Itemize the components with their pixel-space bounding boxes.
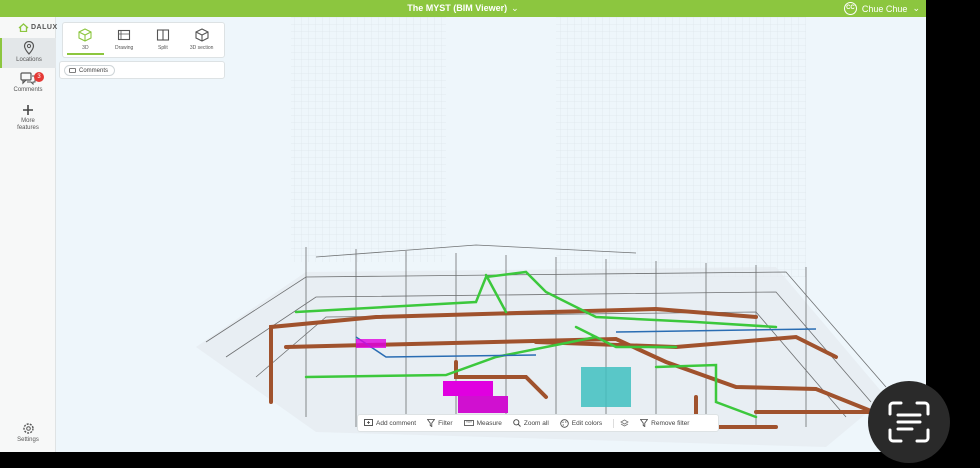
ruler-icon xyxy=(463,420,474,426)
remove-filter-button[interactable]: Remove filter xyxy=(640,419,689,427)
equipment-magenta-lower xyxy=(458,396,508,413)
chat-icon xyxy=(69,67,76,73)
sidebar-item-locations[interactable]: Locations xyxy=(0,38,56,68)
comments-count-badge: 3 xyxy=(34,72,44,82)
gear-icon xyxy=(22,423,34,434)
chevron-down-icon: ⌄ xyxy=(912,3,920,13)
equipment-magenta xyxy=(443,381,493,396)
top-bar: The MYST (BIM Viewer) ⌄ CC Chue Chue ⌄ xyxy=(0,0,926,17)
sidebar-item-more-features[interactable]: More features xyxy=(0,104,56,134)
logo-text: DALUX xyxy=(31,24,58,31)
drawing-icon xyxy=(118,29,131,41)
scan-text-button[interactable] xyxy=(868,381,950,463)
comments-chip-label: Comments xyxy=(79,67,109,74)
filter-icon xyxy=(427,419,436,427)
bim-viewer-app: The MYST (BIM Viewer) ⌄ CC Chue Chue ⌄ DA… xyxy=(0,0,926,452)
comments-panel: Comments xyxy=(59,61,225,79)
chevron-down-icon: ⌄ xyxy=(511,3,519,13)
filter-label: Filter xyxy=(438,419,453,427)
model-canvas[interactable] xyxy=(56,17,926,452)
scan-text-icon xyxy=(888,401,930,443)
sidebar-item-settings[interactable]: Settings xyxy=(0,422,56,448)
magnifier-icon xyxy=(513,419,521,427)
sidebar: DALUX Locations 3 Comments More features… xyxy=(0,17,58,452)
zoom-all-label: Zoom all xyxy=(523,419,549,427)
ghost-tower-right xyxy=(556,17,806,277)
bottom-toolbar: Add comment Filter Measure Zoom all Edit… xyxy=(357,414,719,432)
view-mode-label: Drawing xyxy=(114,45,134,51)
section-box-icon xyxy=(195,28,209,42)
view-mode-switcher: 3D Drawing Split 3D section xyxy=(62,22,225,58)
edit-colors-button[interactable]: Edit colors xyxy=(560,418,603,428)
sidebar-item-comments[interactable]: 3 Comments xyxy=(0,72,56,100)
equipment-magenta-small xyxy=(356,339,386,348)
view-mode-3d[interactable]: 3D xyxy=(67,25,104,55)
dalux-logo: DALUX xyxy=(18,23,58,32)
sidebar-item-label: Locations xyxy=(16,57,42,63)
view-mode-drawing[interactable]: Drawing xyxy=(106,25,143,55)
measure-label: Measure xyxy=(476,419,502,427)
plus-icon xyxy=(23,105,33,115)
comments-chip[interactable]: Comments xyxy=(64,65,116,76)
layers-icon xyxy=(620,419,629,426)
visibility-toggle-button[interactable] xyxy=(613,418,629,428)
view-mode-3d-section[interactable]: 3D section xyxy=(183,25,220,55)
user-name: Chue Chue xyxy=(861,3,908,14)
add-comment-label: Add comment xyxy=(376,419,417,427)
view-mode-split[interactable]: Split xyxy=(145,25,182,55)
ghost-tower-left xyxy=(291,17,446,262)
user-avatar: CC xyxy=(843,2,857,15)
view-mode-label: Split xyxy=(158,45,168,51)
add-comment-icon xyxy=(364,419,373,426)
remove-filter-label: Remove filter xyxy=(651,419,690,427)
view-mode-label: 3D section xyxy=(189,45,214,51)
bim-3d-model-view[interactable] xyxy=(56,17,926,452)
sidebar-item-label: More features xyxy=(17,118,39,131)
filter-icon xyxy=(640,419,649,427)
house-icon xyxy=(18,23,29,32)
add-comment-button[interactable]: Add comment xyxy=(364,419,416,427)
sidebar-item-label: Settings xyxy=(17,437,39,443)
measure-button[interactable]: Measure xyxy=(463,419,502,427)
project-selector[interactable]: The MYST (BIM Viewer) ⌄ xyxy=(0,3,926,14)
project-title: The MYST (BIM Viewer) xyxy=(407,3,508,13)
edit-colors-label: Edit colors xyxy=(571,419,603,427)
sidebar-item-label: Comments xyxy=(13,87,43,93)
view-mode-label: 3D xyxy=(82,45,89,51)
location-pin-icon xyxy=(23,41,35,55)
filter-button[interactable]: Filter xyxy=(427,419,453,427)
water-tank xyxy=(581,367,631,407)
user-menu[interactable]: CC Chue Chue ⌄ xyxy=(843,2,920,15)
zoom-all-button[interactable]: Zoom all xyxy=(513,419,549,427)
split-icon xyxy=(156,29,169,41)
cube-icon xyxy=(78,28,92,42)
palette-icon xyxy=(560,418,569,428)
